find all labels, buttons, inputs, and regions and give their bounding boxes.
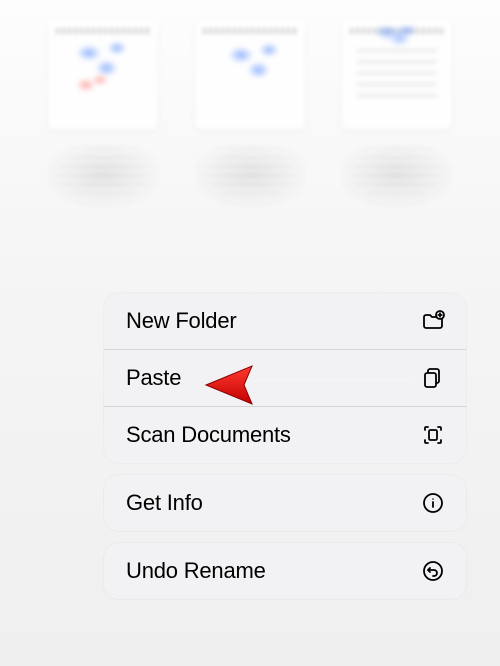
- menu-item-label: Undo Rename: [126, 558, 266, 584]
- file-label-blurred: [339, 142, 454, 222]
- file-grid: [0, 0, 500, 222]
- new-folder-menu-item[interactable]: New Folder: [104, 293, 466, 350]
- menu-group: Get Info: [104, 475, 466, 531]
- clipboard-icon: [420, 365, 446, 391]
- undo-rename-menu-item[interactable]: Undo Rename: [104, 543, 466, 599]
- context-menu: New Folder Paste Scan Documents: [104, 293, 466, 611]
- document-thumbnail: [342, 20, 452, 130]
- info-icon: [420, 490, 446, 516]
- menu-item-label: Get Info: [126, 490, 203, 516]
- get-info-menu-item[interactable]: Get Info: [104, 475, 466, 531]
- undo-icon: [420, 558, 446, 584]
- file-item: [187, 20, 314, 222]
- document-thumbnail: [195, 20, 305, 130]
- folder-plus-icon: [420, 308, 446, 334]
- scan-icon: [420, 422, 446, 448]
- paste-menu-item[interactable]: Paste: [104, 350, 466, 407]
- file-item: [333, 20, 460, 222]
- menu-item-label: New Folder: [126, 308, 236, 334]
- file-item: [40, 20, 167, 222]
- menu-group: Undo Rename: [104, 543, 466, 599]
- menu-group: New Folder Paste Scan Documents: [104, 293, 466, 463]
- menu-item-label: Paste: [126, 365, 181, 391]
- file-label-blurred: [193, 142, 308, 222]
- scan-documents-menu-item[interactable]: Scan Documents: [104, 407, 466, 463]
- file-label-blurred: [46, 142, 161, 222]
- menu-item-label: Scan Documents: [126, 422, 291, 448]
- document-thumbnail: [48, 20, 158, 130]
